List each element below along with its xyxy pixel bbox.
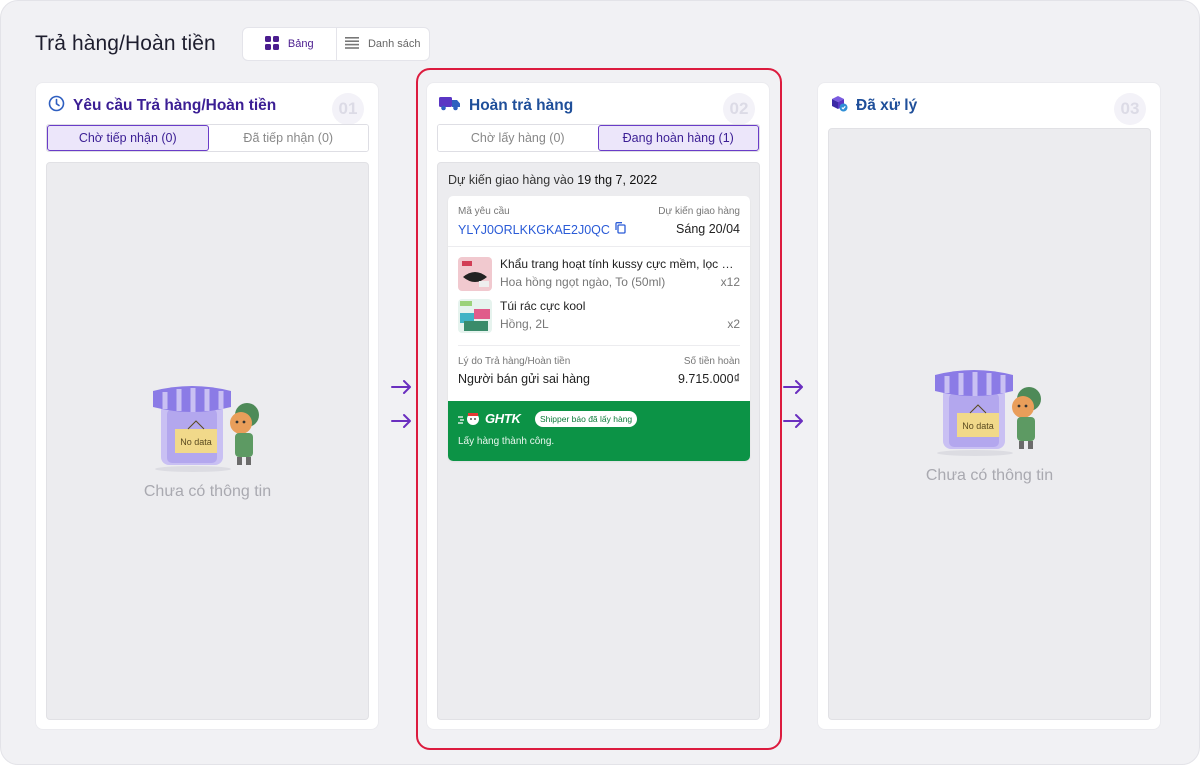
- column-title: Đã xử lý: [856, 97, 918, 114]
- step-number: 01: [332, 93, 364, 125]
- box-check-icon: [830, 95, 848, 117]
- no-data-badge: No data: [962, 421, 994, 431]
- column-title: Yêu cầu Trả hàng/Hoàn tiền: [73, 97, 277, 114]
- list-view-label: Danh sách: [367, 38, 421, 50]
- column-header: Yêu cầu Trả hàng/Hoàn tiền: [48, 95, 276, 117]
- column-return-requests: Yêu cầu Trả hàng/Hoàn tiền 01 Chờ tiếp n…: [35, 82, 379, 730]
- empty-shop-illustration: No data: [143, 383, 273, 473]
- column-tabs: Chờ tiếp nhận (0) Đã tiếp nhận (0): [46, 124, 369, 152]
- empty-state: No data Chưa có thông tin: [829, 367, 1150, 485]
- list-view-button[interactable]: Danh sách: [335, 28, 430, 60]
- tab-accepted[interactable]: Đã tiếp nhận (0): [208, 125, 368, 151]
- empty-message: Chưa có thông tin: [925, 467, 1054, 484]
- flow-arrow-icon: [783, 414, 803, 428]
- clock-icon: [48, 95, 65, 117]
- flow-arrow-icon: [391, 414, 411, 428]
- board-view-label: Bảng: [287, 38, 314, 50]
- tab-pending-acceptance[interactable]: Chờ tiếp nhận (0): [47, 125, 209, 151]
- flow-arrow-icon: [783, 380, 803, 394]
- column-body: No data Chưa có thông tin: [46, 162, 369, 720]
- page-title: Trả hàng/Hoàn tiền: [35, 32, 216, 55]
- column-processed: Đã xử lý 03 No data Chưa có thông tin: [817, 82, 1161, 730]
- flow-arrow-icon: [391, 380, 411, 394]
- board-view-button[interactable]: Bảng: [243, 28, 336, 60]
- column-header: Đã xử lý: [830, 95, 917, 117]
- empty-state: No data Chưa có thông tin: [47, 383, 368, 501]
- view-toggle: Bảng Danh sách: [242, 27, 430, 61]
- column-body: No data Chưa có thông tin: [828, 128, 1151, 720]
- app-frame: Trả hàng/Hoàn tiền Bảng Danh sách Yêu cầ…: [0, 0, 1200, 765]
- empty-shop-illustration: No data: [925, 367, 1055, 457]
- empty-message: Chưa có thông tin: [143, 483, 272, 500]
- no-data-badge: No data: [180, 437, 212, 447]
- list-icon: [344, 36, 359, 52]
- highlight-box: [416, 68, 782, 750]
- grid-icon: [264, 35, 279, 53]
- step-number: 03: [1114, 93, 1146, 125]
